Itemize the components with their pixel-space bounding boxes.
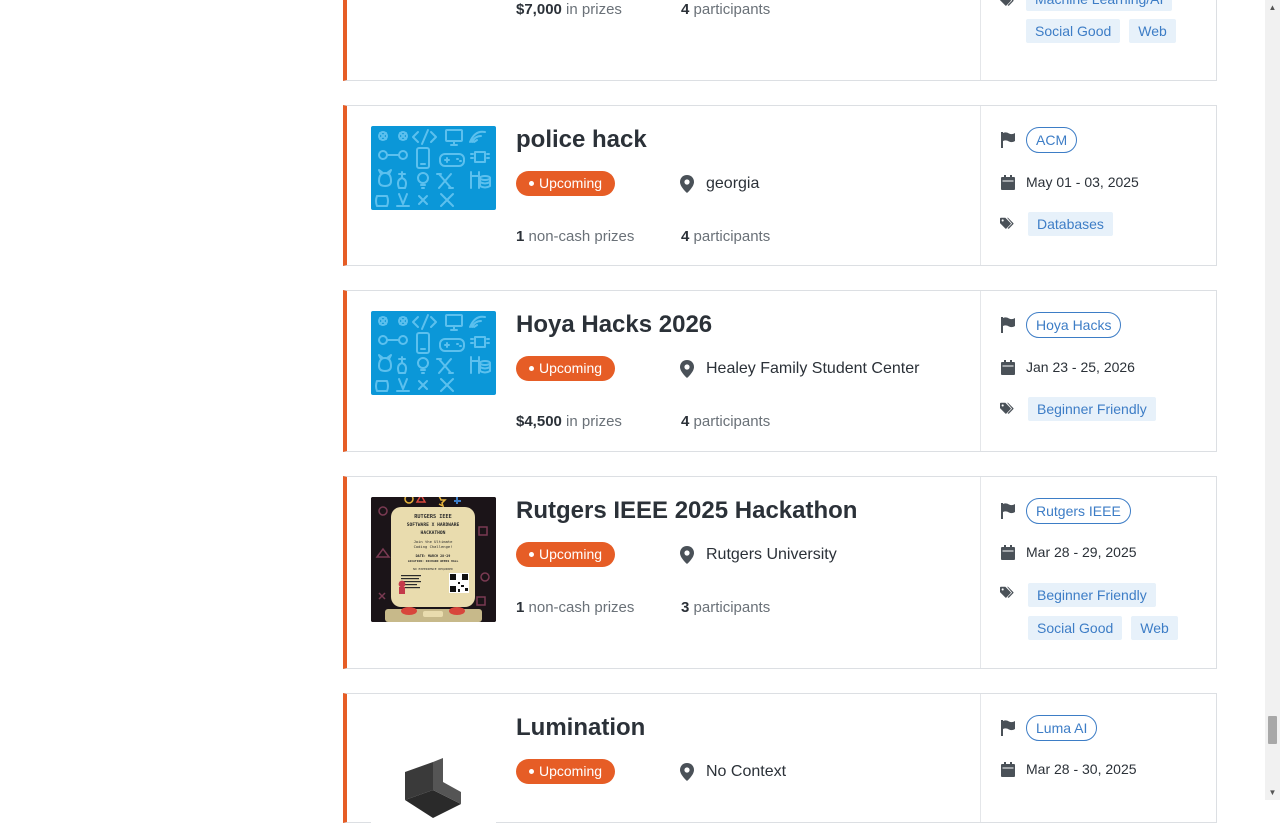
prize-info: 1 non-cash prizes: [516, 228, 635, 245]
host-row: Rutgers IEEE: [1000, 498, 1131, 524]
scroll-down-icon[interactable]: ▼: [1265, 785, 1280, 800]
date-range: Mar 28 - 29, 2025: [1026, 544, 1137, 560]
tag[interactable]: Web: [1129, 19, 1176, 43]
location-text: georgia: [706, 175, 760, 192]
hackathon-thumbnail[interactable]: [371, 714, 496, 839]
host-row: Luma AI: [1000, 715, 1098, 741]
poster-line: SOFTWARE X HARDWARE: [407, 522, 460, 528]
location: Healey Family Student Center: [680, 357, 919, 381]
card-divider: [980, 477, 981, 668]
themes-row: Machine Learning/AI Social Good Web: [1000, 0, 1226, 43]
participants-info: 4 participants: [681, 1, 771, 18]
date-range: May 01 - 03, 2025: [1026, 174, 1139, 190]
hackathon-card[interactable]: $7,000 in prizes 4 participants Machine …: [343, 0, 1217, 81]
themes-row: Beginner Friendly: [1000, 397, 1228, 421]
tag[interactable]: Social Good: [1028, 616, 1123, 640]
host-link[interactable]: Rutgers IEEE: [1026, 498, 1131, 524]
poster-line: LOCATION: RICHARD WEEKS HALL: [408, 559, 459, 563]
location-text: Rutgers University: [706, 546, 837, 563]
location-text: No Context: [706, 763, 787, 780]
participants-info: 4 participants: [681, 228, 771, 245]
host-link[interactable]: Hoya Hacks: [1026, 312, 1122, 338]
host-row: Hoya Hacks: [1000, 312, 1122, 338]
map-pin-icon: [680, 763, 694, 781]
dates-row: Jan 23 - 25, 2026: [1000, 359, 1135, 375]
poster-line: Coding Challenge!: [414, 544, 453, 549]
calendar-icon: [1000, 761, 1016, 777]
themes-row: Databases: [1000, 212, 1228, 236]
flag-icon: [1000, 720, 1016, 736]
flag-icon: [1000, 132, 1016, 148]
hackathon-card[interactable]: police hack Upcoming georgia 1 non-cash …: [343, 105, 1217, 266]
date-range: Mar 28 - 30, 2025: [1026, 761, 1137, 777]
hackathon-thumbnail[interactable]: RUTGERS IEEE SOFTWARE X HARDWARE HACKATH…: [371, 497, 496, 622]
calendar-icon: [1000, 544, 1016, 560]
host-link[interactable]: Luma AI: [1026, 715, 1098, 741]
hackathon-thumbnail[interactable]: [371, 126, 496, 210]
tag[interactable]: Web: [1131, 616, 1178, 640]
dates-row: May 01 - 03, 2025: [1000, 174, 1139, 190]
hackathon-title[interactable]: Hoya Hacks 2026: [516, 311, 712, 339]
card-divider: [980, 0, 981, 80]
poster-line: DATE: MARCH 28-29: [416, 554, 451, 558]
tag[interactable]: Databases: [1028, 212, 1113, 236]
tags-icon: [1000, 401, 1016, 417]
status-badge: Upcoming: [516, 171, 616, 196]
hackathon-card[interactable]: Hoya Hacks 2026 Upcoming Healey Family S…: [343, 290, 1217, 452]
poster-line: RUTGERS IEEE: [414, 514, 451, 520]
tag[interactable]: Beginner Friendly: [1028, 583, 1156, 607]
dates-row: Mar 28 - 29, 2025: [1000, 544, 1137, 560]
poster-line: NO EXPERIENCE REQUIRED: [413, 567, 453, 571]
map-pin-icon: [680, 175, 694, 193]
location-text: Healey Family Student Center: [706, 360, 920, 377]
card-divider: [980, 694, 981, 822]
themes-row: Beginner Friendly Social Good Web: [1000, 583, 1228, 640]
tags-icon: [1000, 0, 1016, 9]
prize-info: 1 non-cash prizes: [516, 599, 635, 616]
location: Rutgers University: [680, 543, 837, 567]
scroll-up-icon[interactable]: ▲: [1265, 0, 1280, 15]
tag[interactable]: Machine Learning/AI: [1026, 0, 1173, 11]
hackathon-title[interactable]: Lumination: [516, 714, 645, 742]
page-scrollbar[interactable]: ▲ ▼: [1265, 0, 1280, 800]
hackathon-card[interactable]: RUTGERS IEEE SOFTWARE X HARDWARE HACKATH…: [343, 476, 1217, 669]
card-divider: [980, 291, 981, 451]
host-row: ACM: [1000, 127, 1078, 153]
tags-icon: [1000, 216, 1016, 232]
hackathon-card[interactable]: Lumination Upcoming No Context Luma AI M…: [343, 693, 1217, 839]
calendar-icon: [1000, 174, 1016, 190]
tag[interactable]: Social Good: [1026, 19, 1121, 43]
card-divider: [980, 106, 981, 265]
prize-info: $7,000 in prizes: [516, 1, 622, 18]
status-badge: Upcoming: [516, 759, 616, 784]
poster-line: HACKATHON: [421, 530, 446, 536]
map-pin-icon: [680, 360, 694, 378]
participants-info: 4 participants: [681, 413, 771, 430]
tags-icon: [1000, 585, 1016, 601]
dates-row: Mar 28 - 30, 2025: [1000, 761, 1137, 777]
calendar-icon: [1000, 359, 1016, 375]
hackathon-title[interactable]: police hack: [516, 126, 647, 154]
date-range: Jan 23 - 25, 2026: [1026, 359, 1135, 375]
location: georgia: [680, 172, 759, 196]
hackathon-title[interactable]: Rutgers IEEE 2025 Hackathon: [516, 497, 857, 525]
location: No Context: [680, 760, 786, 784]
flag-icon: [1000, 503, 1016, 519]
hackathon-thumbnail[interactable]: [371, 311, 496, 395]
flag-icon: [1000, 317, 1016, 333]
participants-info: 3 participants: [681, 599, 771, 616]
status-badge: Upcoming: [516, 542, 616, 567]
scrollbar-thumb[interactable]: [1268, 716, 1277, 744]
tag[interactable]: Beginner Friendly: [1028, 397, 1156, 421]
map-pin-icon: [680, 546, 694, 564]
status-badge: Upcoming: [516, 356, 616, 381]
host-link[interactable]: ACM: [1026, 127, 1078, 153]
prize-info: $4,500 in prizes: [516, 413, 622, 430]
